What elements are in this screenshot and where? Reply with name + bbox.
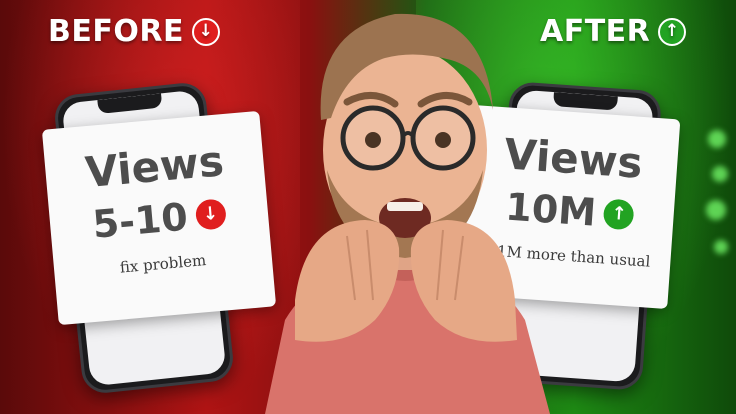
arrow-down-icon: ↓: [194, 198, 227, 231]
shocked-man-photo: [265, 13, 550, 414]
phone-notch: [97, 93, 163, 115]
bokeh-light: [708, 130, 726, 148]
after-text: AFTER: [540, 14, 651, 49]
before-text: BEFORE: [48, 14, 184, 49]
before-label: BEFORE ↓: [48, 14, 220, 49]
bokeh-light: [714, 240, 728, 254]
bokeh-light: [706, 200, 726, 220]
after-label: AFTER ↑: [540, 14, 687, 49]
thumbnail-stage: BEFORE ↓ AFTER ↑ Views 5-10 ↓ fix proble…: [0, 0, 736, 414]
views-count-value: 5-10: [90, 194, 190, 247]
views-note: fix problem: [119, 251, 207, 277]
left-eye: [365, 132, 381, 148]
views-card-before: Views 5-10 ↓ fix problem: [41, 110, 277, 326]
arrow-up-icon: ↑: [658, 17, 687, 46]
teeth: [387, 202, 423, 211]
phone-notch: [553, 92, 618, 111]
right-eye: [435, 132, 451, 148]
arrow-up-icon: ↑: [602, 198, 635, 231]
arrow-down-icon: ↓: [191, 17, 220, 46]
bokeh-light: [712, 166, 728, 182]
